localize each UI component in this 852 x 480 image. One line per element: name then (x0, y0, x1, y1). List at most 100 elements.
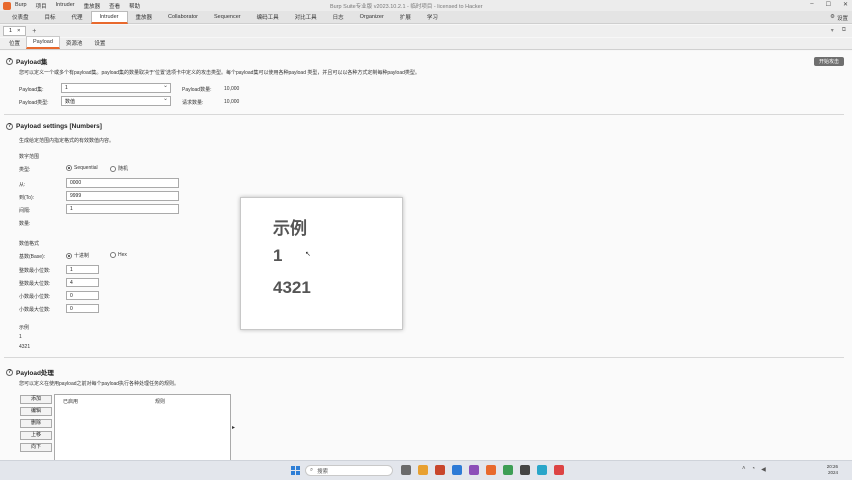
maximize-icon[interactable]: ☐ (826, 1, 831, 8)
min-frac-input[interactable]: 0 (66, 291, 99, 300)
tab-attack-settings[interactable]: 设置 (88, 37, 111, 49)
radio-selected-icon (66, 252, 72, 259)
attack-tab-number: 1 (9, 28, 13, 34)
decimal-radio[interactable]: 十进制 (66, 252, 89, 259)
taskbar-search[interactable]: ⌕ 搜索 (305, 465, 393, 476)
app-icon[interactable] (537, 465, 547, 475)
menu-item-project[interactable]: 项目 (36, 2, 47, 10)
min-int-value: 1 (70, 266, 73, 273)
popup-example-2: 4321 (273, 278, 311, 297)
how-many-label: 数量: (19, 221, 31, 227)
app-icon[interactable] (435, 465, 445, 475)
clock[interactable]: 20:26 2024 (827, 464, 838, 476)
remove-rule-button[interactable]: 删除 (20, 419, 52, 428)
app-icon[interactable] (503, 465, 513, 475)
menu-item-help[interactable]: 帮助 (129, 2, 140, 10)
payload-settings-desc: 生成给定范围内指定格式的有效数值内容。 (19, 138, 115, 144)
start-attack-button[interactable]: 开始攻击 (813, 57, 844, 66)
list-tabs-icon[interactable]: ▾ (831, 27, 834, 34)
tab-positions[interactable]: 位置 (3, 37, 26, 49)
tab-organizer[interactable]: Organizer (352, 12, 392, 22)
tab-collaborator[interactable]: Collaborator (160, 12, 206, 22)
tab-learn[interactable]: 学习 (419, 11, 446, 23)
network-icon[interactable]: ◔ (752, 466, 756, 473)
move-up-button[interactable]: 上移 (20, 431, 52, 440)
tab-payloads[interactable]: Payload (26, 36, 60, 49)
help-icon[interactable]: ? (6, 368, 13, 376)
sequential-label: Sequential (74, 165, 98, 171)
min-int-label: 整数最小位数: (19, 268, 51, 274)
help-icon[interactable]: ? (6, 57, 13, 65)
from-value: 0000 (70, 180, 82, 186)
random-radio[interactable]: 随机 (110, 165, 128, 172)
from-input[interactable]: 0000 (66, 178, 179, 188)
tab-logger[interactable]: 日志 (325, 11, 352, 23)
close-tab-icon[interactable]: × (17, 28, 20, 34)
section-divider (4, 114, 844, 115)
tab-dashboard[interactable]: 仪表盘 (4, 11, 37, 23)
app-icon[interactable] (554, 465, 564, 475)
volume-icon[interactable]: ◀ (761, 466, 766, 473)
burp-logo-icon (3, 1, 11, 10)
help-icon[interactable]: ? (6, 123, 13, 130)
request-count-value: 10,000 (224, 99, 240, 105)
max-int-input[interactable]: 4 (66, 278, 99, 287)
payloads-panel: 开始攻击 ? Payload集 您可以定义一个或多个有payload集。payl… (0, 51, 852, 464)
expand-arrow-icon[interactable]: ▸ (232, 424, 235, 431)
windows-start-icon[interactable] (291, 466, 300, 475)
number-type-label: 类型: (19, 167, 31, 173)
edge-icon[interactable] (452, 465, 462, 475)
menu-item-repeater[interactable]: 重放器 (84, 2, 101, 10)
to-value: 9999 (70, 193, 82, 199)
popout-icon[interactable]: ⧉ (842, 27, 846, 34)
menu-item-view[interactable]: 查看 (109, 2, 120, 10)
to-input[interactable]: 9999 (66, 191, 179, 201)
payload-type-value: 数值 (65, 98, 76, 105)
burp-taskbar-icon[interactable] (486, 465, 496, 475)
tab-intruder[interactable]: Intruder (90, 10, 128, 24)
min-int-input[interactable]: 1 (66, 265, 99, 274)
sequential-radio[interactable]: Sequential (66, 165, 98, 171)
hex-radio[interactable]: Hex (110, 252, 127, 258)
payload-set-select[interactable]: 1 (61, 82, 171, 93)
task-view-icon[interactable] (401, 465, 411, 475)
menu-item-intruder[interactable]: Intruder (56, 2, 75, 10)
tab-comparer[interactable]: 对比工具 (287, 11, 325, 23)
menu-item-burp[interactable]: Burp (15, 2, 27, 10)
app-icon[interactable] (469, 465, 479, 475)
settings-button[interactable]: ⚙ 设置 (830, 14, 848, 22)
edit-rule-button[interactable]: 编辑 (20, 407, 52, 416)
min-frac-value: 0 (70, 292, 73, 299)
max-int-label: 整数最大位数: (19, 281, 51, 287)
tab-sequencer[interactable]: Sequencer (206, 12, 249, 22)
payload-type-select[interactable]: 数值 (61, 95, 171, 106)
close-icon[interactable]: ✕ (843, 1, 848, 8)
add-tab-icon[interactable]: + (32, 28, 36, 35)
gear-icon: ⚙ (830, 14, 835, 20)
tab-proxy[interactable]: 代理 (64, 11, 91, 23)
add-rule-button[interactable]: 添加 (20, 395, 52, 404)
max-frac-label: 小数最大位数: (19, 307, 51, 313)
terminal-icon[interactable] (520, 465, 530, 475)
taskbar-apps (401, 465, 564, 475)
max-frac-input[interactable]: 0 (66, 304, 99, 313)
example-value-1: 1 (19, 334, 22, 340)
search-icon: ⌕ (310, 467, 314, 473)
tool-tabs: 仪表盘 目标 代理 Intruder 重放器 Collaborator Sequ… (0, 10, 852, 24)
rules-table[interactable]: 已启用 规则 (54, 394, 231, 464)
attack-tab-1[interactable]: 1 × (3, 26, 27, 36)
tab-target[interactable]: 目标 (37, 11, 64, 23)
chevron-up-icon[interactable]: ˄ (742, 466, 746, 473)
tab-decoder[interactable]: 编码工具 (249, 11, 287, 23)
tab-repeater[interactable]: 重放器 (128, 11, 161, 23)
step-input[interactable]: 1 (66, 204, 179, 214)
tab-extensions[interactable]: 扩展 (392, 11, 419, 23)
move-down-button[interactable]: 向下 (20, 443, 52, 452)
examples-heading: 示例 (19, 325, 30, 331)
minimize-icon[interactable]: – (810, 1, 813, 8)
radio-selected-icon (66, 165, 72, 171)
max-frac-value: 0 (70, 305, 73, 312)
tab-resource-pool[interactable]: 资源池 (60, 37, 89, 49)
file-explorer-icon[interactable] (418, 465, 428, 475)
max-int-value: 4 (70, 279, 73, 286)
